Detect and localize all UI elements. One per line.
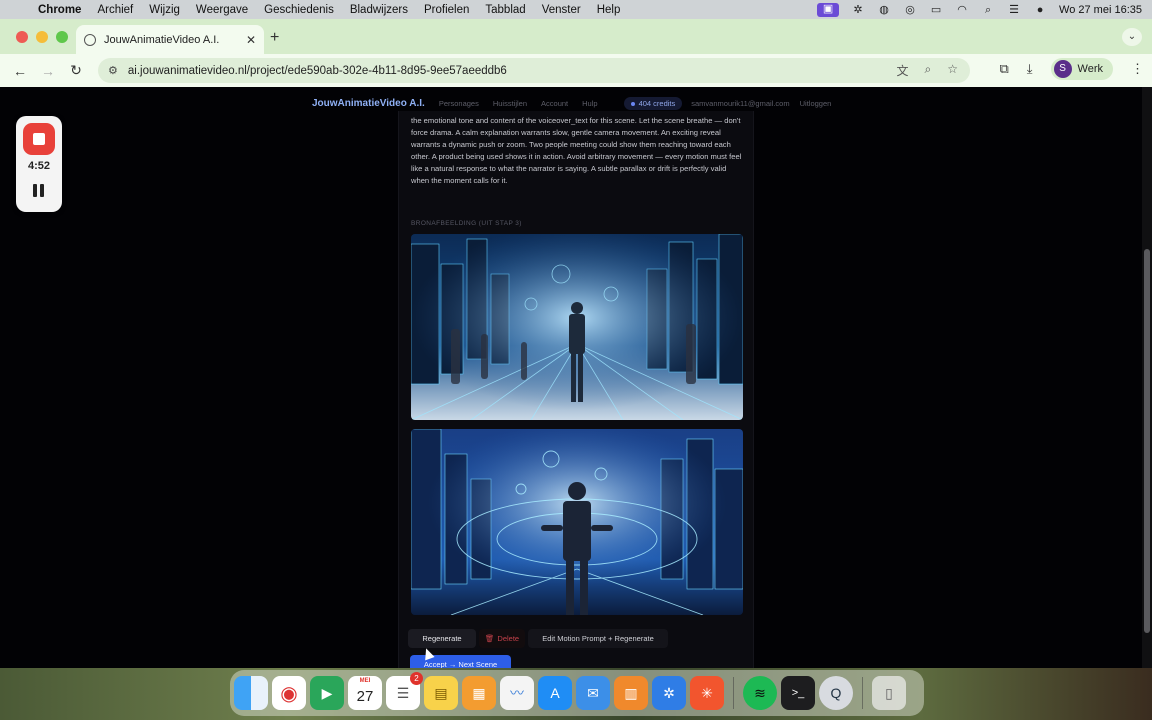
menu-help[interactable]: Help xyxy=(589,4,629,16)
window-controls xyxy=(16,31,68,43)
app-store-icon[interactable]: A xyxy=(538,676,572,710)
generated-scene-image xyxy=(411,429,743,615)
tab-search-chevron-icon[interactable]: ⌄ xyxy=(1122,28,1142,46)
calendar-icon[interactable]: MEI 27 xyxy=(348,676,382,710)
profile-button[interactable]: S Werk xyxy=(1050,58,1113,80)
siri-icon[interactable]: ● xyxy=(1033,4,1047,16)
zoom-window-icon[interactable] xyxy=(56,31,68,43)
delete-label: Delete xyxy=(497,634,520,643)
forward-arrow-icon[interactable]: → xyxy=(34,63,62,79)
back-arrow-icon[interactable]: ← xyxy=(6,63,34,79)
spotlight-search-icon[interactable]: ⌕ xyxy=(981,4,995,16)
close-window-icon[interactable] xyxy=(16,31,28,43)
control-center-icon[interactable]: ☰ xyxy=(1007,4,1021,16)
reload-icon[interactable]: ↻ xyxy=(62,62,90,79)
notes-icon[interactable]: ▤ xyxy=(424,676,458,710)
chrome-menu-kebab-icon[interactable]: ⋮ xyxy=(1131,61,1144,77)
reminders-badge: 2 xyxy=(410,672,423,685)
nav-link-personages[interactable]: Personages xyxy=(439,99,479,108)
page-viewport: JouwAnimatieVideo A.I. Personages Huisst… xyxy=(0,87,1152,668)
chrome-icon[interactable]: ◉ xyxy=(272,676,306,710)
extensions-puzzle-icon[interactable]: ⧉ xyxy=(999,61,1008,77)
logout-link[interactable]: Uitloggen xyxy=(800,99,832,108)
zoom-icon[interactable]: ⌕ xyxy=(925,62,932,79)
edit-motion-prompt-button[interactable]: Edit Motion Prompt + Regenerate xyxy=(528,629,668,648)
credits-badge: 404 credits xyxy=(623,97,683,110)
spotify-icon[interactable]: ≋ xyxy=(743,676,777,710)
menu-venster[interactable]: Venster xyxy=(534,4,589,16)
calendar-month: MEI xyxy=(359,678,371,684)
profile-name: Werk xyxy=(1077,63,1103,75)
macos-menubar: Chrome Archief Wijzig Weergave Geschiede… xyxy=(0,0,1152,19)
nav-link-huisstijlen[interactable]: Huisstijlen xyxy=(493,99,527,108)
new-tab-icon[interactable]: + xyxy=(270,29,279,47)
regenerate-button[interactable]: Regenerate xyxy=(408,629,476,648)
network-icon[interactable]: ◍ xyxy=(877,4,891,16)
trash-icon: 🗑 xyxy=(484,634,495,643)
dock-separator xyxy=(862,677,863,709)
quicktime-icon[interactable]: Q xyxy=(819,676,853,710)
menu-geschiedenis[interactable]: Geschiedenis xyxy=(256,4,342,16)
address-url[interactable]: ai.jouwanimatievideo.nl/project/ede590ab… xyxy=(128,65,897,77)
menu-app-name[interactable]: Chrome xyxy=(30,4,89,16)
scrollbar-thumb[interactable] xyxy=(1144,249,1150,633)
calendar-day: 27 xyxy=(356,687,374,705)
screen-recorder-widget: 4:52 xyxy=(16,116,62,212)
dock-separator xyxy=(733,677,734,709)
menu-tabblad[interactable]: Tabblad xyxy=(477,4,533,16)
stop-recording-button[interactable] xyxy=(23,123,55,155)
tab-title: JouwAnimatieVideo A.I. xyxy=(104,33,220,46)
screen-record-icon[interactable]: ▣ xyxy=(817,2,840,17)
credits-count: 404 credits xyxy=(638,99,676,108)
nav-link-account[interactable]: Account xyxy=(541,99,568,108)
extension-gear-icon[interactable]: ✲ xyxy=(851,4,865,16)
menubar-clock[interactable]: Wo 27 mei 16:35 xyxy=(1059,4,1142,16)
motion-prompt-text: the emotional tone and content of the vo… xyxy=(411,116,742,185)
page-scrollbar[interactable] xyxy=(1142,87,1152,668)
menu-weergave[interactable]: Weergave xyxy=(188,4,256,16)
translate-icon[interactable]: 文 xyxy=(896,62,908,79)
wifi-icon[interactable]: ◠ xyxy=(955,4,969,16)
meet-icon[interactable]: ▶ xyxy=(310,676,344,710)
scene-card: the emotional tone and content of the vo… xyxy=(398,111,754,668)
mail-icon[interactable]: ✉ xyxy=(576,676,610,710)
claude-icon[interactable]: ✳ xyxy=(690,676,724,710)
source-image xyxy=(411,234,743,420)
bookmark-star-icon[interactable]: ☆ xyxy=(947,62,958,79)
menu-profielen[interactable]: Profielen xyxy=(416,4,477,16)
user-email: samvanmourik11@gmail.com xyxy=(691,99,790,108)
credits-dot-icon xyxy=(630,102,635,107)
download-icon[interactable]: ⤓ xyxy=(1027,61,1033,77)
site-navigation: JouwAnimatieVideo A.I. Personages Huisst… xyxy=(312,97,845,110)
menu-wijzig[interactable]: Wijzig xyxy=(141,4,188,16)
battery-icon[interactable]: ▭ xyxy=(929,4,943,16)
browser-tab-active[interactable]: JouwAnimatieVideo A.I. ✕ xyxy=(76,25,264,54)
recording-timer: 4:52 xyxy=(27,160,51,172)
globe-favicon-icon xyxy=(84,33,96,46)
site-brand-link[interactable]: JouwAnimatieVideo A.I. xyxy=(312,98,425,109)
site-info-icon[interactable]: ⚙ xyxy=(108,64,118,77)
browser-tabstrip: JouwAnimatieVideo A.I. ✕ + ⌄ xyxy=(0,19,1152,54)
terminal-icon[interactable]: >_ xyxy=(781,676,815,710)
launchpad-icon[interactable]: ▦ xyxy=(462,676,496,710)
books-icon[interactable]: ▥ xyxy=(614,676,648,710)
address-bar[interactable]: ⚙ ai.jouwanimatievideo.nl/project/ede590… xyxy=(98,58,970,83)
minimize-window-icon[interactable] xyxy=(36,31,48,43)
freeform-icon[interactable]: 〰 xyxy=(500,676,534,710)
airdrop-icon[interactable]: ◎ xyxy=(903,4,917,16)
nav-link-hulp[interactable]: Hulp xyxy=(582,99,597,108)
reminders-icon[interactable]: ☰ 2 xyxy=(386,672,423,710)
finder-icon[interactable] xyxy=(234,676,268,710)
close-tab-icon[interactable]: ✕ xyxy=(246,33,256,47)
trash-bin-icon[interactable]: ▯ xyxy=(872,676,906,710)
profile-avatar: S xyxy=(1053,60,1072,78)
pause-recording-icon[interactable] xyxy=(33,184,45,197)
browser-toolbar: ← → ↻ ⚙ ai.jouwanimatievideo.nl/project/… xyxy=(0,54,1152,87)
menu-bladwijzers[interactable]: Bladwijzers xyxy=(342,4,416,16)
menu-archief[interactable]: Archief xyxy=(89,4,141,16)
settings-gear-icon[interactable]: ✲ xyxy=(652,676,686,710)
macos-dock: ◉ ▶ MEI 27 ☰ 2 ▤ ▦ 〰 A ✉ ▥ ✲ ✳ ≋ >_ Q ▯ xyxy=(230,670,924,716)
delete-button[interactable]: 🗑 Delete xyxy=(479,629,525,648)
source-image-label: BRONAFBEELDING (UIT STAP 3) xyxy=(411,220,522,227)
